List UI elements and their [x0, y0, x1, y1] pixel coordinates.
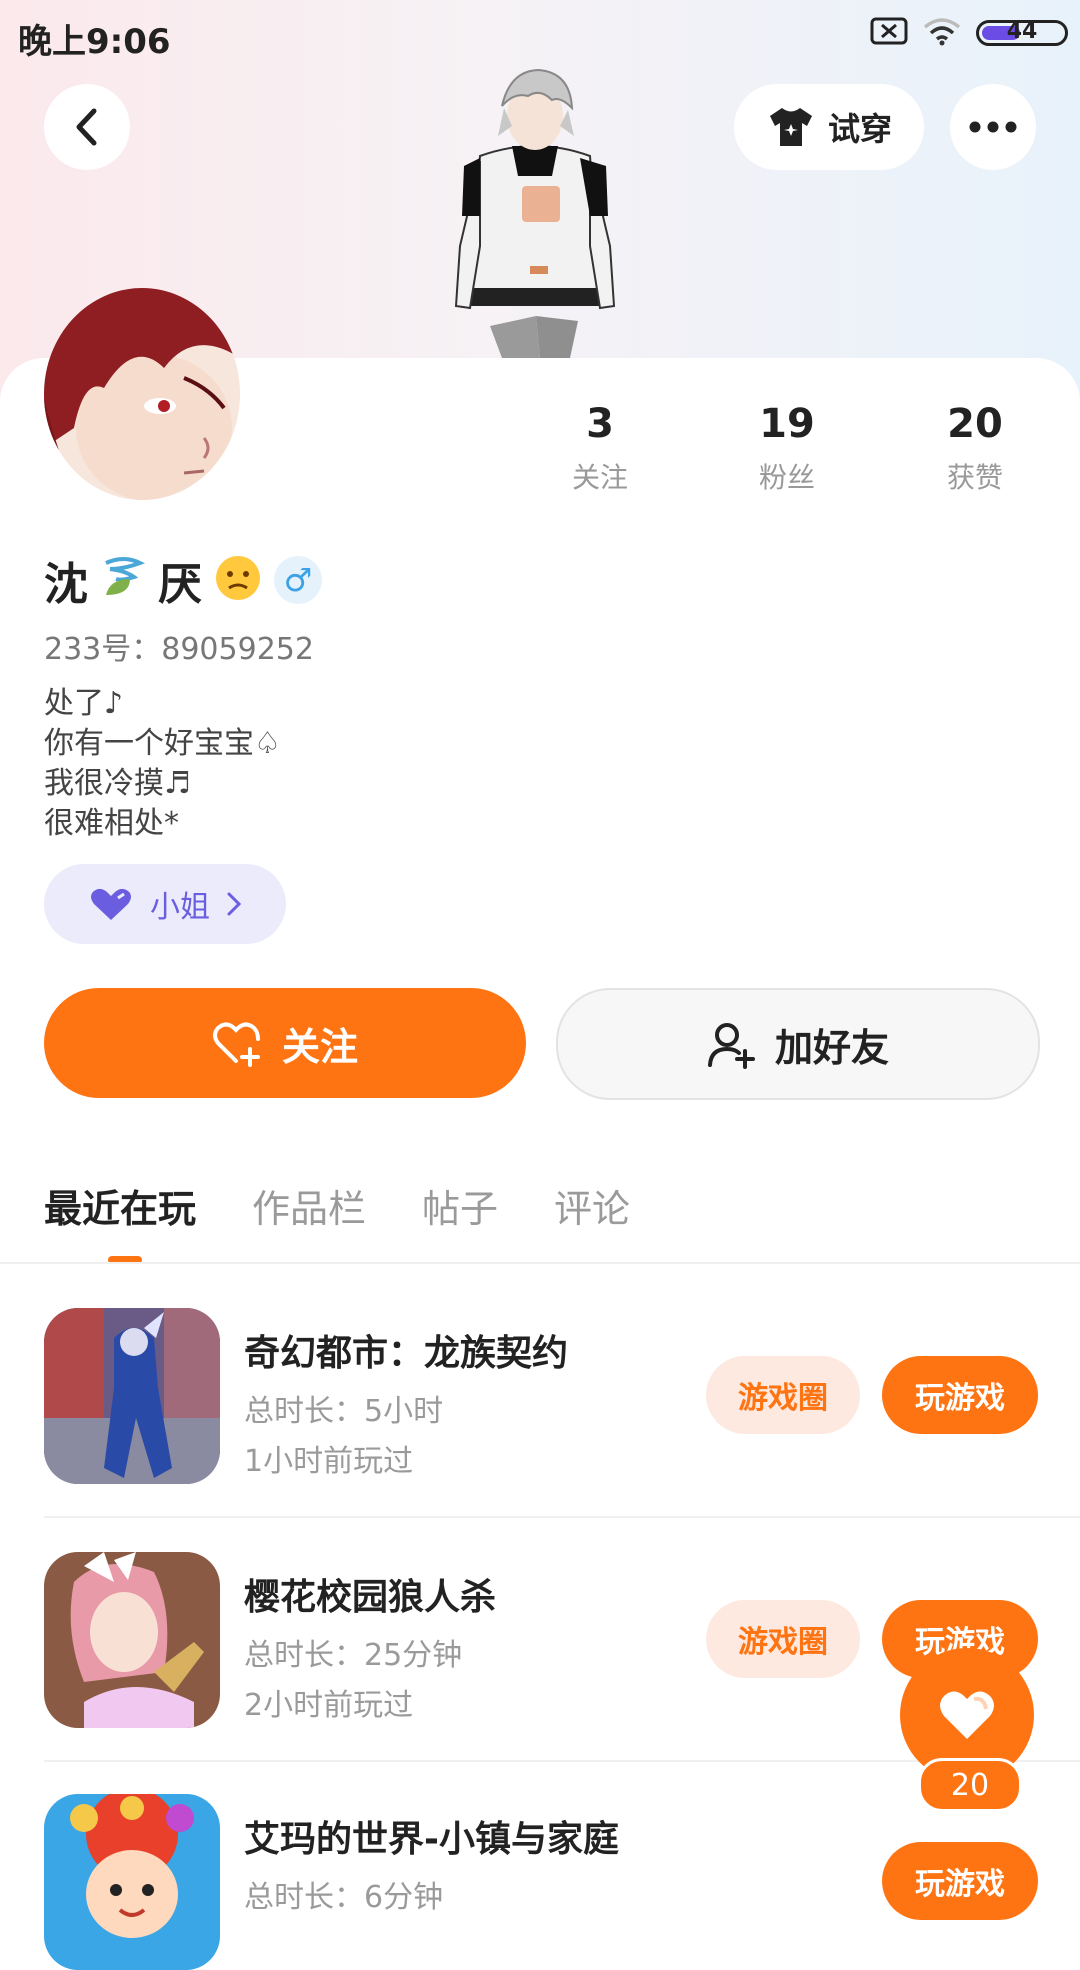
game-last-played: 1小时前玩过: [244, 1444, 414, 1479]
game-row[interactable]: 奇幻都市：龙族契约 总时长：5小时 1小时前玩过 游戏圈 玩游戏: [44, 1308, 1038, 1484]
add-user-icon: [707, 1023, 755, 1069]
user-id: 233号：89059252: [44, 632, 314, 667]
bio-line: 我很冷摸♬: [44, 766, 191, 801]
username-part1: 沈: [44, 559, 88, 610]
game-circle-button[interactable]: 游戏圈: [706, 1356, 860, 1434]
like-count-badge: 20: [918, 1758, 1022, 1812]
add-friend-button[interactable]: 加好友: [556, 988, 1040, 1100]
status-time: 晚上9:06: [18, 22, 171, 62]
game-title: 奇幻都市：龙族契约: [244, 1333, 569, 1374]
game-title: 樱花校园狼人杀: [244, 1577, 497, 1618]
heart-icon: [940, 1691, 994, 1739]
game-circle-button[interactable]: 游戏圈: [706, 1600, 860, 1678]
chevron-right-icon: [227, 892, 242, 916]
game-title: 艾玛的世界-小镇与家庭: [244, 1819, 619, 1860]
following-label: 关注: [571, 461, 628, 494]
game-duration: 总时长：6分钟: [244, 1880, 444, 1915]
double-heart-icon: [91, 888, 131, 920]
follow-button[interactable]: 关注: [44, 988, 526, 1098]
tab-comments[interactable]: 评论: [554, 1178, 630, 1233]
tshirt-icon: [769, 108, 812, 146]
tab-works[interactable]: 作品栏: [252, 1178, 366, 1233]
game-duration: 总时长：5小时: [244, 1394, 444, 1429]
back-button[interactable]: [44, 84, 130, 170]
status-bar: 晚上9:06 44: [0, 0, 1080, 66]
battery-level: 44: [1006, 19, 1038, 44]
avatar[interactable]: [44, 288, 240, 500]
more-dots-icon: [969, 121, 1017, 133]
stat-followers[interactable]: 19 粉丝: [717, 400, 857, 496]
likes-count: 20: [947, 401, 1003, 447]
more-button[interactable]: [950, 84, 1036, 170]
game-icon[interactable]: [44, 1794, 220, 1970]
status-icons: 44: [870, 16, 1068, 50]
tabs-divider: [0, 1262, 1080, 1264]
row-divider: [44, 1516, 1080, 1518]
tab-posts[interactable]: 帖子: [422, 1178, 498, 1233]
game-row[interactable]: 艾玛的世界-小镇与家庭 总时长：6分钟 玩游戏: [44, 1794, 1038, 1970]
no-sim-icon: [870, 16, 908, 50]
game-row[interactable]: 樱花校园狼人杀 总时长：25分钟 2小时前玩过 游戏圈 玩游戏: [44, 1552, 1038, 1728]
stat-likes[interactable]: 20 获赞: [905, 400, 1045, 496]
chevron-left-icon: [76, 108, 97, 146]
play-game-button[interactable]: 玩游戏: [882, 1356, 1038, 1434]
followers-count: 19: [759, 401, 815, 447]
following-count: 3: [586, 401, 614, 447]
likes-label: 获赞: [946, 461, 1003, 494]
follow-label: 关注: [281, 1024, 358, 1069]
play-game-button[interactable]: 玩游戏: [882, 1842, 1038, 1920]
name-row: 沈 厌 ♂: [44, 548, 322, 612]
add-friend-label: 加好友: [774, 1025, 889, 1070]
game-last-played: 2小时前玩过: [244, 1688, 414, 1723]
bio-line: 很难相处*: [44, 806, 179, 841]
relationship-tag[interactable]: 小姐: [44, 864, 286, 944]
male-gender-icon: ♂: [274, 556, 322, 604]
tornado-leaf-emoji-icon: [100, 555, 146, 605]
stat-following[interactable]: 3 关注: [530, 400, 670, 496]
game-duration: 总时长：25分钟: [244, 1638, 463, 1673]
bio: 处了♪ 你有一个好宝宝♤ 我很冷摸♬ 很难相处*: [44, 684, 281, 844]
followers-label: 粉丝: [758, 461, 815, 494]
bio-line: 你有一个好宝宝♤: [44, 726, 281, 761]
wifi-icon: [922, 16, 962, 50]
3d-avatar-figure[interactable]: [440, 66, 630, 358]
username-part2: 厌: [158, 559, 202, 610]
game-icon[interactable]: [44, 1552, 220, 1728]
battery-icon: 44: [976, 19, 1068, 46]
try-on-button[interactable]: 试穿: [734, 84, 924, 170]
heart-plus-icon: [212, 1022, 260, 1067]
try-on-label: 试穿: [827, 110, 892, 148]
game-icon[interactable]: [44, 1308, 220, 1484]
relationship-tag-label: 小姐: [150, 890, 210, 925]
bio-line: 处了♪: [44, 686, 124, 721]
frowning-face-icon: [214, 554, 262, 606]
profile-tabs: 最近在玩 作品栏 帖子 评论: [44, 1178, 630, 1233]
tab-recently-played[interactable]: 最近在玩: [44, 1178, 196, 1233]
